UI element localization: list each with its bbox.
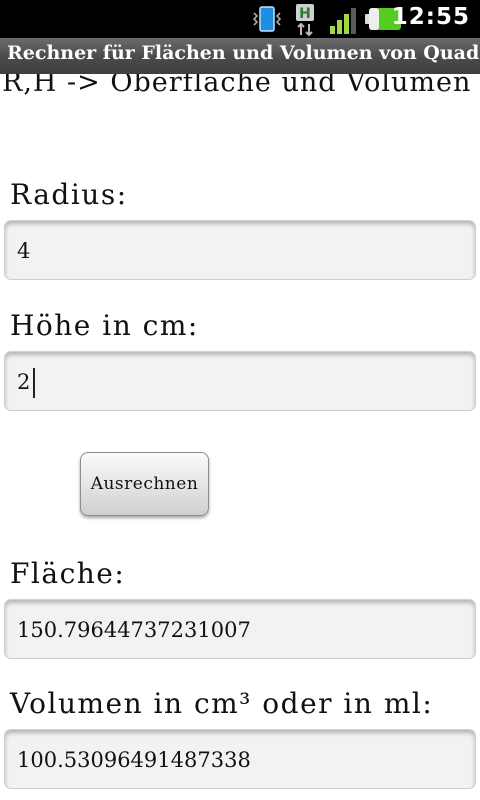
clock: 12:55 [391,4,470,30]
status-bar: H 12:55 [0,0,480,38]
app-title: Rechner für Flächen und Volumen von Quad… [7,42,480,64]
data-transfer-h-icon: H [296,4,314,37]
volume-value: 100.53096491487338 [17,748,251,772]
vibrate-icon [252,6,282,32]
signal-icon [330,8,356,34]
radius-label: Radius: [10,178,128,211]
area-output[interactable]: 150.79644737231007 [4,599,476,659]
volume-label: Volumen in cm³ oder in ml: [10,687,434,720]
area-value: 150.79644737231007 [17,618,251,642]
height-label: Höhe in cm: [10,309,199,342]
calculator-form[interactable]: R,H -> Oberfläche und Volumen Radius: 4 … [0,74,480,800]
form-heading: R,H -> Oberfläche und Volumen [2,74,472,98]
radius-value: 4 [17,239,31,263]
area-label: Fläche: [10,557,126,590]
height-value: 2 [17,370,31,394]
radius-input[interactable]: 4 [4,220,476,280]
title-bar: Rechner für Flächen und Volumen von Quad… [0,38,480,74]
network-type-label: H [299,6,311,22]
text-cursor [33,368,35,398]
calculate-button[interactable]: Ausrechnen [80,452,209,516]
volume-output[interactable]: 100.53096491487338 [4,729,476,789]
height-input[interactable]: 2 [4,351,476,411]
